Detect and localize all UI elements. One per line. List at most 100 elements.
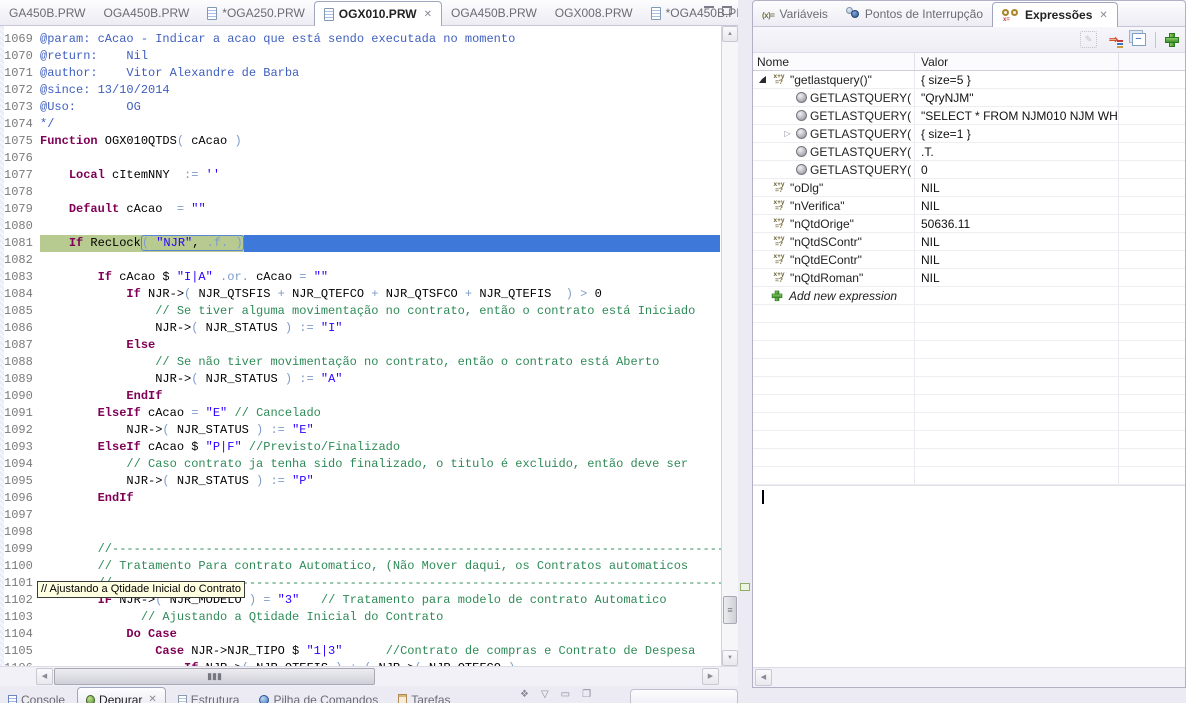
code-line-1088[interactable]: 1088 // Se não tiver movimentação no con… — [4, 354, 720, 371]
code-line-1070[interactable]: 1070@return: Nil — [4, 48, 720, 65]
code-line-1082[interactable]: 1082 — [4, 252, 720, 269]
code-line-1069[interactable]: 1069@param: cAcao - Indicar a acao que e… — [4, 31, 720, 48]
code-line-1086[interactable]: 1086 NJR->( NJR_STATUS ) := "I" — [4, 320, 720, 337]
empty-row — [753, 431, 1185, 449]
column-header-name[interactable]: Nome — [757, 55, 914, 69]
code-line-1099[interactable]: 1099 //---------------------------------… — [4, 541, 720, 558]
expression-row[interactable]: x+y=?"nQtdSContr"NIL — [753, 233, 1185, 251]
code-line-1083[interactable]: 1083 If cAcao $ "I|A" .or. cAcao = "" — [4, 269, 720, 286]
code-line-1074[interactable]: 1074*/ — [4, 116, 720, 133]
code-line-1096[interactable]: 1096 EndIf — [4, 490, 720, 507]
code-line-1072[interactable]: 1072@since: 13/10/2014 — [4, 82, 720, 99]
view-tab-depurar[interactable]: Depurar✕ — [77, 687, 166, 703]
code-line-1105[interactable]: 1105 Case NJR->NJR_TIPO $ "1|3" //Contra… — [4, 643, 720, 660]
editor-tab-ogx008prw[interactable]: OGX008.PRW — [546, 1, 642, 25]
expression-row[interactable]: GETLASTQUERY("SELECT * FROM NJM010 NJM W… — [753, 107, 1185, 125]
editor-tab-oga450bprw[interactable]: OGA450B.PRW — [94, 1, 198, 25]
close-icon[interactable]: ✕ — [148, 694, 156, 703]
code-line-1093[interactable]: 1093 ElseIf cAcao $ "P|F" //Previsto/Fin… — [4, 439, 720, 456]
code-line-1095[interactable]: 1095 NJR->( NJR_STATUS ) := "P" — [4, 473, 720, 490]
view-tab-estrutura[interactable]: Estrutura — [170, 687, 248, 703]
expression-row[interactable]: ▷GETLASTQUERY({ size=1 } — [753, 125, 1185, 143]
editor-tab-oga250prw[interactable]: *OGA250.PRW — [198, 1, 313, 25]
expanded-twisty-icon[interactable] — [757, 76, 768, 83]
code-line-1078[interactable]: 1078 — [4, 184, 720, 201]
maximize-icon[interactable] — [722, 6, 732, 15]
expression-row[interactable]: x+y=?"nQtdOrige"50636.11 — [753, 215, 1185, 233]
scroll-right-icon[interactable]: ▶ — [702, 668, 719, 685]
reevaluate-icon[interactable]: ⇒ — [1105, 31, 1122, 48]
code-line-1089[interactable]: 1089 NJR->( NJR_STATUS ) := "A" — [4, 371, 720, 388]
code-line-1091[interactable]: 1091 ElseIf cAcao = "E" // Cancelado — [4, 405, 720, 422]
code-line-1084[interactable]: 1084 If NJR->( NJR_QTSFIS + NJR_QTEFCO +… — [4, 286, 720, 303]
code-line-1077[interactable]: 1077 Local cItemNNY := '' — [4, 167, 720, 184]
code-line-1071[interactable]: 1071@author: Vitor Alexandre de Barba — [4, 65, 720, 82]
code-line-1075[interactable]: 1075Function OGX010QTDS( cAcao ) — [4, 133, 720, 150]
code-line-1080[interactable]: 1080 — [4, 218, 720, 235]
view-tab-tarefas[interactable]: Tarefas — [390, 687, 458, 703]
horizontal-scroll-thumb[interactable]: ▮▮▮ — [54, 668, 375, 685]
value-icon — [796, 128, 807, 139]
scroll-up-icon[interactable]: ▲ — [722, 26, 738, 42]
detail-horizontal-scrollbar[interactable]: ◀ — [753, 667, 1185, 687]
scroll-down-icon[interactable]: ▼ — [722, 650, 738, 666]
debug-tab-pontos-de-interrup-o[interactable]: Pontos de Interrupção — [837, 2, 992, 26]
editor-tab-ogx010prw[interactable]: OGX010.PRW✕ — [314, 1, 442, 26]
editor-vertical-scrollbar[interactable]: ▲ ≡ ▼ — [721, 26, 738, 666]
code-line-1079[interactable]: 1079 Default cAcao = "" — [4, 201, 720, 218]
code-line-1081[interactable]: 1081 If RecLock( "NJR", .f. ) — [4, 235, 720, 252]
vertical-scroll-thumb[interactable]: ≡ — [723, 596, 737, 624]
expression-row[interactable]: GETLASTQUERY(.T. — [753, 143, 1185, 161]
code-line-1098[interactable]: 1098 — [4, 524, 720, 541]
code-line-1094[interactable]: 1094 // Caso contrato ja tenha sido fina… — [4, 456, 720, 473]
view-tab-pilha-de-comandos[interactable]: Pilha de Comandos — [251, 687, 386, 703]
code-line-1092[interactable]: 1092 NJR->( NJR_STATUS ) := "E" — [4, 422, 720, 439]
code-line-1076[interactable]: 1076 — [4, 150, 720, 167]
debug-tab-express-es[interactable]: x=Expressões✕ — [992, 2, 1118, 27]
expression-detail-pane[interactable] — [753, 485, 1185, 667]
code-line-1090[interactable]: 1090 EndIf — [4, 388, 720, 405]
expression-value: 0 — [914, 161, 1118, 178]
close-icon[interactable]: ✕ — [1099, 10, 1107, 21]
line-text: // Se tiver alguma movimentação no contr… — [40, 303, 695, 320]
code-editor[interactable]: 1069@param: cAcao - Indicar a acao que e… — [0, 26, 738, 666]
view-menu-icon[interactable]: ❖ — [520, 689, 529, 700]
expression-row[interactable]: x+y=?"oDlg"NIL — [753, 179, 1185, 197]
collapsed-twisty-icon[interactable]: ▷ — [782, 129, 793, 138]
expression-row[interactable]: x+y=?"getlastquery()"{ size=5 } — [753, 71, 1185, 89]
add-expression-row[interactable]: Add new expression — [753, 287, 1185, 305]
scroll-left-icon[interactable]: ◀ — [36, 668, 53, 685]
expression-row[interactable]: x+y=?"nVerifica"NIL — [753, 197, 1185, 215]
code-line-1103[interactable]: 1103 // Ajustando a Qtidade Inicial do C… — [4, 609, 720, 626]
code-line-1104[interactable]: 1104 Do Case — [4, 626, 720, 643]
pane-divider[interactable] — [738, 0, 752, 703]
code-line-1097[interactable]: 1097 — [4, 507, 720, 524]
view-tab-console[interactable]: Console — [0, 687, 73, 703]
code-line-1100[interactable]: 1100 // Tratamento Para contrato Automat… — [4, 558, 720, 575]
code-line-1085[interactable]: 1085 // Se tiver alguma movimentação no … — [4, 303, 720, 320]
scroll-left-icon[interactable]: ◀ — [755, 669, 772, 686]
code-line-1073[interactable]: 1073@Uso: OG — [4, 99, 720, 116]
globe-icon — [259, 695, 269, 703]
minimize-icon[interactable]: ▭ — [561, 689, 570, 700]
editor-tab-oga450bprw[interactable]: OGA450B.PRW — [442, 1, 546, 25]
close-icon[interactable]: ✕ — [424, 9, 432, 20]
maximize-icon[interactable]: ❐ — [582, 689, 591, 700]
expression-row[interactable]: x+y=?"nQtdRoman"NIL — [753, 269, 1185, 287]
filter-icon[interactable]: ▽ — [541, 689, 549, 700]
bottom-toolbar: ❖ ▽ ▭ ❐ — [520, 689, 591, 700]
editor-horizontal-scrollbar[interactable]: ◀ ▮▮▮ ▶ — [0, 666, 738, 686]
line-text: If cAcao $ "I|A" .or. cAcao = "" — [40, 269, 328, 286]
minimize-icon[interactable] — [704, 6, 714, 15]
expression-row[interactable]: GETLASTQUERY(0 — [753, 161, 1185, 179]
collapse-all-icon[interactable]: − — [1130, 31, 1147, 48]
expression-row[interactable]: GETLASTQUERY("QryNJM" — [753, 89, 1185, 107]
expressions-table-header[interactable]: Nome Valor — [753, 52, 1185, 71]
expressions-toolbar: ✎ ⇒ − — [753, 27, 1185, 52]
add-expression-icon[interactable] — [1164, 32, 1179, 47]
code-line-1087[interactable]: 1087 Else — [4, 337, 720, 354]
expression-row[interactable]: x+y=?"nQtdEContr"NIL — [753, 251, 1185, 269]
column-header-value[interactable]: Valor — [914, 53, 1118, 70]
debug-tab-vari-veis[interactable]: (x)=Variáveis — [753, 2, 837, 26]
editor-tab-ga450bprw[interactable]: GA450B.PRW — [0, 1, 94, 25]
